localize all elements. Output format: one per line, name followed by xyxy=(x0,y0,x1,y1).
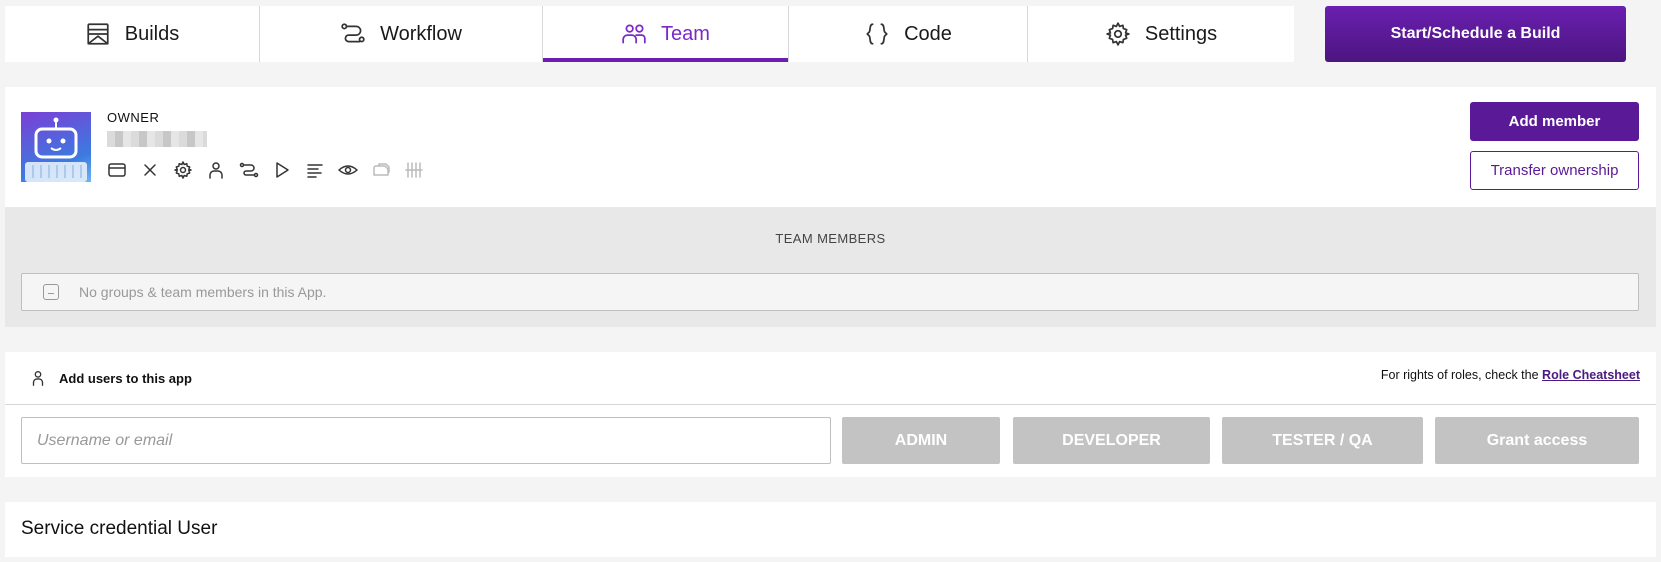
tab-label: Settings xyxy=(1144,22,1218,45)
gear-icon xyxy=(1106,22,1130,46)
workflow-icon xyxy=(239,160,259,180)
tab-label: Workflow xyxy=(380,22,462,45)
add-users-label: Add users to this app xyxy=(59,371,192,386)
owner-card: OWNER Add member Transfer ownership xyxy=(5,87,1656,207)
tab-code[interactable]: Code xyxy=(789,6,1028,62)
code-icon xyxy=(866,23,888,45)
robot-avatar-icon xyxy=(25,117,87,182)
team-members-section: TEAM MEMBERS No groups & team members in… xyxy=(5,207,1656,327)
empty-state-text: No groups & team members in this App. xyxy=(79,284,327,300)
tab-label: Code xyxy=(904,22,952,45)
owner-avatar xyxy=(21,112,91,182)
cloud-icon xyxy=(371,160,391,180)
person-icon xyxy=(29,369,47,387)
person-icon xyxy=(206,160,226,180)
add-member-button[interactable]: Add member xyxy=(1470,102,1639,141)
owner-label: OWNER xyxy=(107,110,160,125)
play-icon xyxy=(272,160,292,180)
tab-label: Builds xyxy=(124,22,180,45)
owner-name-redacted xyxy=(107,131,207,147)
builds-icon xyxy=(87,23,109,45)
service-credential-section: Service credential User xyxy=(5,502,1656,557)
role-rights-note: For rights of roles, check the Role Chea… xyxy=(1381,368,1640,382)
card-icon xyxy=(107,160,127,180)
team-icon xyxy=(622,24,646,44)
username-email-input[interactable] xyxy=(21,417,831,464)
list-icon xyxy=(305,160,325,180)
role-developer-button[interactable]: DEVELOPER xyxy=(1013,417,1210,464)
add-users-section: Add users to this app For rights of role… xyxy=(5,352,1656,477)
grant-access-button[interactable]: Grant access xyxy=(1435,417,1639,464)
permission-icons xyxy=(107,160,424,180)
team-members-title: TEAM MEMBERS xyxy=(775,231,886,246)
start-schedule-build-button[interactable]: Start/Schedule a Build xyxy=(1325,6,1626,62)
role-cheatsheet-link[interactable]: Role Cheatsheet xyxy=(1542,368,1640,382)
main-tab-bar: Builds Workflow Team Code Settings xyxy=(5,6,1294,62)
tab-builds[interactable]: Builds xyxy=(5,6,260,62)
add-users-header: Add users to this app For rights of role… xyxy=(5,352,1656,405)
transfer-ownership-button[interactable]: Transfer ownership xyxy=(1470,151,1639,190)
empty-state-icon xyxy=(43,284,59,300)
role-rights-prefix: For rights of roles, check the xyxy=(1380,368,1539,382)
tab-settings[interactable]: Settings xyxy=(1028,6,1294,62)
team-members-empty-state: No groups & team members in this App. xyxy=(21,273,1639,311)
tab-workflow[interactable]: Workflow xyxy=(260,6,543,62)
gear-icon xyxy=(173,160,193,180)
tab-team[interactable]: Team xyxy=(543,6,789,62)
workflow-icon xyxy=(341,23,365,43)
role-admin-button[interactable]: ADMIN xyxy=(842,417,1000,464)
close-icon xyxy=(140,160,160,180)
service-credential-title: Service credential User xyxy=(21,518,218,539)
role-tester-button[interactable]: TESTER / QA xyxy=(1222,417,1423,464)
eye-icon xyxy=(338,160,358,180)
tab-label: Team xyxy=(661,22,710,45)
equalizer-icon xyxy=(404,160,424,180)
